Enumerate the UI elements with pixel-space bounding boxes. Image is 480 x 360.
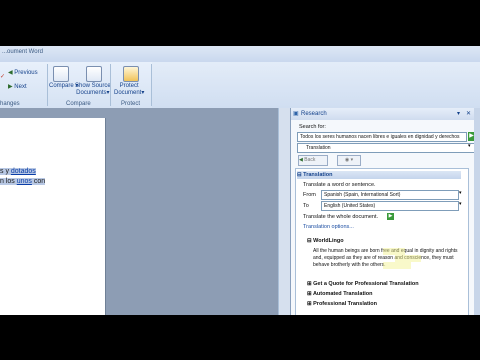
protect-label: Protect — [119, 83, 139, 89]
professional-section-header[interactable]: ⊞ Professional Translation — [307, 301, 377, 307]
translation-options-link[interactable]: Translation options... — [303, 224, 354, 230]
professional-heading: Professional Translation — [313, 301, 378, 307]
research-pane-scrollbar[interactable] — [474, 108, 480, 315]
translate-word-text: Translate a word or sentence. — [303, 182, 376, 188]
back-icon: ◀ — [299, 157, 303, 163]
title-bar: ...oument Word — [0, 46, 480, 62]
selected-text: n los — [0, 178, 17, 185]
group-separator — [151, 64, 152, 106]
to-label: To — [303, 203, 309, 209]
next-icon: ▶ — [8, 84, 13, 90]
text-line-2: n los unos con — [0, 178, 46, 185]
changes-caption: hanges — [0, 101, 20, 107]
research-pane: ▣ Research ▾ ✕ Search for: Todos los ser… — [290, 108, 475, 317]
translate-document-text: Translate the whole document. — [303, 214, 379, 220]
back-button[interactable]: ◀ Back — [298, 155, 328, 166]
protect-document-icon — [123, 66, 139, 82]
document-label: Document — [114, 90, 142, 96]
close-icon[interactable]: ✕ — [466, 108, 471, 120]
back-label: Back — [304, 157, 316, 163]
highlight-free-equal — [383, 248, 405, 255]
previous-change-button[interactable]: ◀ Previous — [8, 70, 38, 77]
window-title: ...oument Word — [2, 49, 43, 55]
selected-text: con — [31, 178, 46, 185]
quote-heading: Get a Quote for Professional Translation — [313, 281, 419, 287]
from-label: From — [303, 192, 316, 198]
expand-icon: ⊞ — [307, 281, 312, 287]
automated-heading: Automated Translation — [312, 291, 373, 297]
automated-section-header[interactable]: ⊞ Automated Translation — [307, 291, 373, 297]
screen: ...oument Word ◀ Previous ▶ Next ✓ hange… — [0, 0, 480, 360]
translation-heading: Translation — [303, 172, 333, 178]
spelling-word: dotados — [10, 168, 36, 175]
collapse-icon: ⊟ — [297, 172, 302, 178]
compare-caption: Compare — [66, 101, 91, 107]
previous-label: Previous — [14, 70, 38, 76]
next-label: Next — [14, 84, 27, 90]
documents-label: Documents — [76, 90, 107, 96]
ribbon-right-area — [152, 62, 480, 109]
letterbox-top — [0, 0, 480, 46]
forward-button[interactable]: ◉ ▾ — [337, 155, 361, 166]
show-source-label: Show Source — [75, 83, 111, 89]
dropdown-icon: ▾ — [141, 90, 145, 96]
compare-icon — [53, 66, 69, 82]
search-label: Search for: — [299, 124, 326, 130]
text-line-1: s y dotados — [0, 168, 36, 175]
protect-group: Protect Document▾ Protect — [111, 62, 151, 108]
document-page[interactable]: s y dotados n los unos con — [0, 118, 106, 315]
show-source-icon — [86, 66, 102, 82]
protect-caption: Protect — [121, 101, 141, 107]
expand-icon: ⊞ — [307, 291, 312, 297]
changes-group: ◀ Previous ▶ Next ✓ hanges — [0, 62, 46, 108]
worldlingo-heading: WorldLingo — [313, 238, 344, 244]
compare-group: Compare ▾ Show Source Documents▾ Compare — [48, 62, 111, 108]
protect-document-button[interactable]: Protect Document▾ — [114, 83, 144, 97]
service-select[interactable]: Translation — [297, 143, 475, 153]
show-source-button[interactable]: Show Source Documents▾ — [75, 83, 111, 97]
compare-button[interactable]: Compare ▾ — [49, 83, 78, 90]
service-value: Translation — [306, 145, 331, 151]
research-title: Research — [301, 111, 327, 117]
collapse-icon: ⊟ — [307, 238, 312, 244]
translate-document-button[interactable]: ▶ — [387, 213, 394, 220]
quote-section-header[interactable]: ⊞ Get a Quote for Professional Translati… — [307, 281, 419, 287]
translation-section-header[interactable]: ⊟ Translation — [297, 171, 461, 179]
selected-text: s y — [0, 168, 11, 175]
previous-icon: ◀ — [8, 70, 13, 76]
next-change-button[interactable]: ▶ Next — [8, 84, 27, 91]
search-input[interactable]: Todos los seres humanos nacen libres e i… — [297, 132, 467, 142]
research-icon: ▣ — [293, 111, 299, 117]
spelling-word: unos — [16, 178, 32, 185]
worldlingo-header[interactable]: ⊟ WorldLingo — [307, 238, 344, 244]
highlight-reason — [395, 255, 421, 262]
letterbox-bottom — [0, 315, 480, 360]
forward-icon: ◉ ▾ — [344, 157, 354, 163]
compare-label: Compare — [49, 83, 74, 89]
expand-icon: ⊞ — [307, 301, 312, 307]
pane-dropdown-icon[interactable]: ▾ — [457, 108, 460, 120]
from-dropdown-icon[interactable]: ▾ — [459, 190, 462, 196]
to-select[interactable]: English (United States) — [321, 201, 459, 211]
research-pane-header: ▣ Research ▾ ✕ — [291, 108, 475, 120]
to-dropdown-icon[interactable]: ▾ — [459, 201, 462, 207]
from-select[interactable]: Spanish (Spain, International Sort) — [321, 190, 459, 200]
highlight-others — [383, 262, 411, 269]
accept-fragment-icon[interactable]: ✓ — [0, 74, 5, 81]
